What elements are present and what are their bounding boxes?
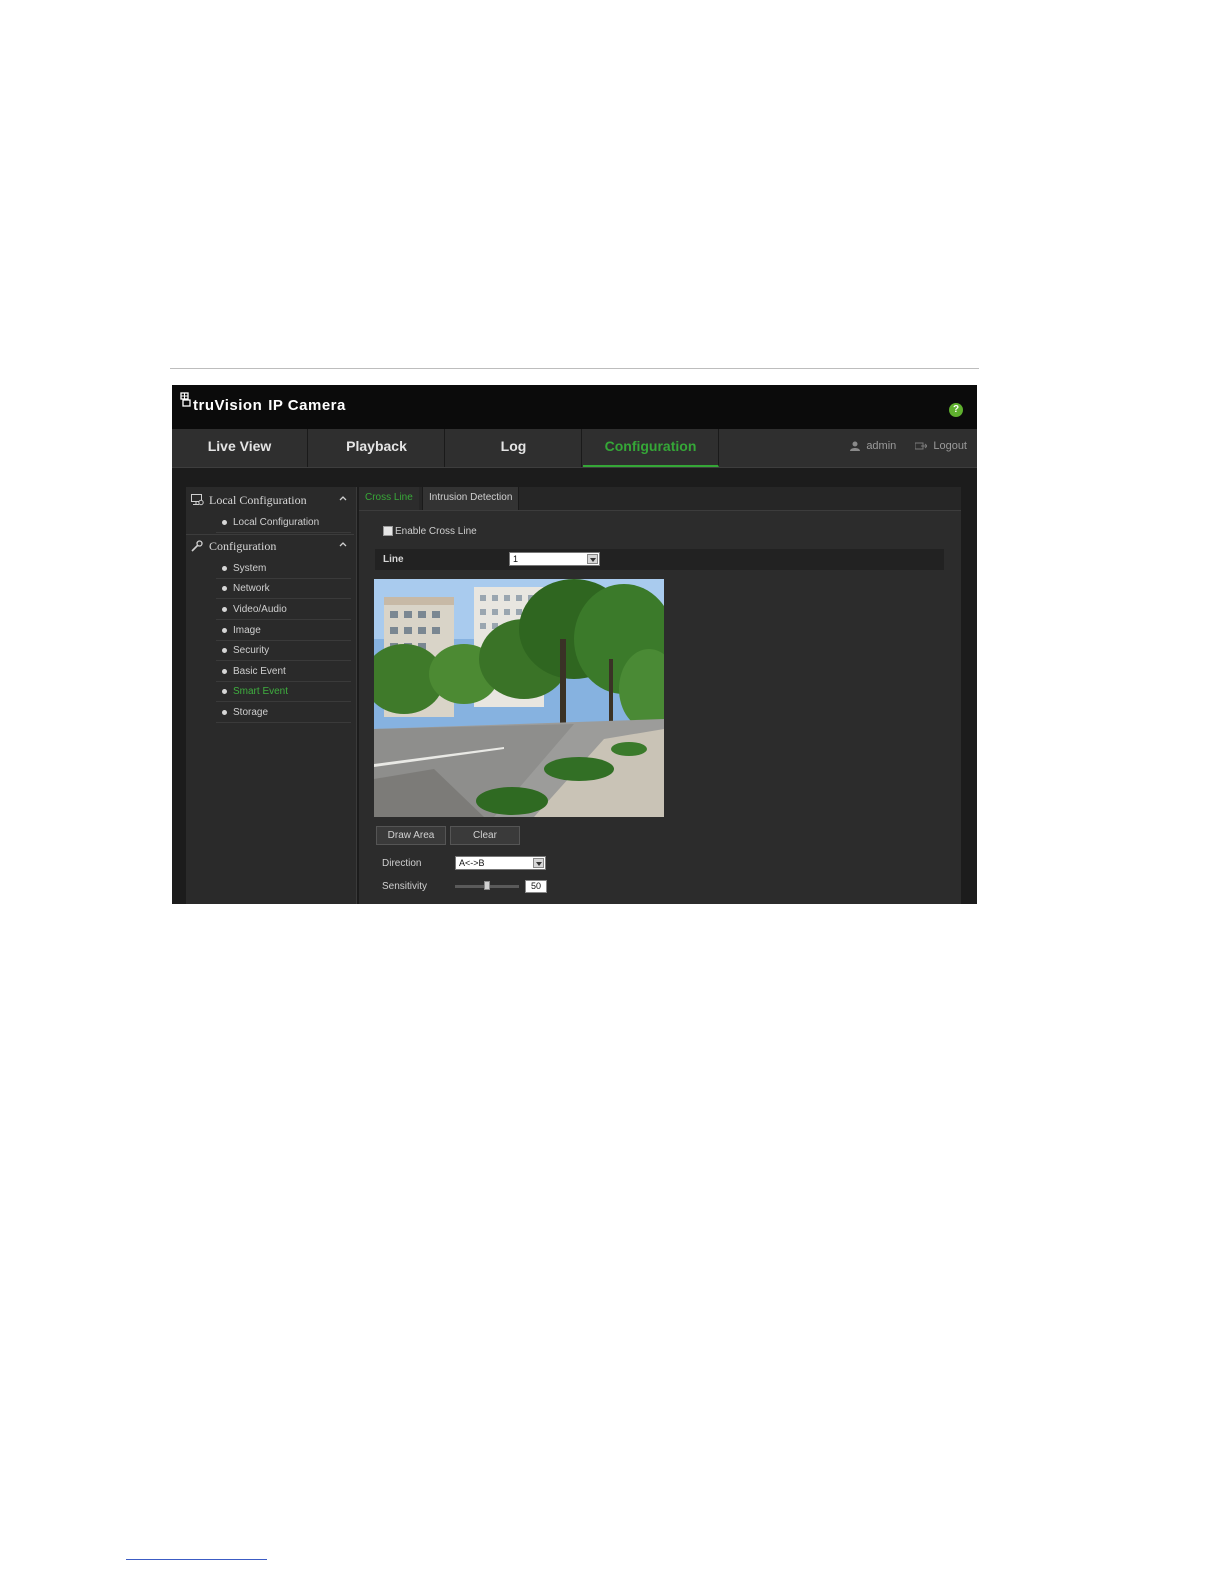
logout-icon[interactable] <box>915 442 928 450</box>
sidebar-local-config-header[interactable]: Local Configuration <box>186 489 356 511</box>
bullet-icon <box>222 710 227 715</box>
help-icon[interactable]: ? <box>949 403 963 417</box>
sidebar-item-security[interactable]: Security <box>216 641 351 661</box>
bullet-icon <box>222 586 227 591</box>
sidebar-item-label: Image <box>233 625 261 636</box>
enable-cross-line-row: Enable Cross Line <box>383 525 477 539</box>
bullet-icon <box>222 607 227 612</box>
draw-area-button[interactable]: Draw Area <box>376 826 446 845</box>
sidebar-item-smart-event[interactable]: Smart Event <box>216 682 351 702</box>
sidebar-local-config-label: Local Configuration <box>209 493 307 507</box>
sidebar-item-label: Video/Audio <box>233 604 287 615</box>
sidebar-item-storage[interactable]: Storage <box>216 703 351 723</box>
monitor-gear-icon <box>191 494 204 506</box>
smart-event-panel: Cross Line Intrusion Detection Enable Cr… <box>359 487 961 904</box>
username[interactable]: admin <box>866 440 896 452</box>
chevron-up-icon[interactable] <box>338 494 348 504</box>
bullet-icon <box>222 566 227 571</box>
tab-log[interactable]: Log <box>446 429 582 467</box>
main-nav: Live View Playback Log Configuration adm… <box>172 429 977 468</box>
tab-configuration[interactable]: Configuration <box>583 429 719 467</box>
direction-select-value: A<->B <box>459 858 485 868</box>
sidebar-item-label: Basic Event <box>233 666 286 677</box>
chevron-up-icon[interactable] <box>338 540 348 550</box>
sidebar-item-image[interactable]: Image <box>216 621 351 641</box>
sidebar-item-label: Smart Event <box>233 686 289 697</box>
brand-product: IP Camera <box>268 397 346 414</box>
bullet-icon <box>222 520 227 525</box>
camera-logo-icon <box>180 392 191 407</box>
sensitivity-value-box[interactable]: 50 <box>525 880 547 893</box>
user-icon <box>850 441 861 452</box>
sidebar-item-basic-event[interactable]: Basic Event <box>216 662 351 682</box>
brand-name: truVision <box>193 397 263 414</box>
direction-select[interactable]: A<->B <box>455 856 546 870</box>
camera-preview-image[interactable] <box>374 579 664 817</box>
line-select[interactable]: 1 <box>509 552 600 566</box>
bullet-icon <box>222 669 227 674</box>
sidebar-item-system[interactable]: System <box>216 559 351 579</box>
sidebar-item-label: Local Configuration <box>233 517 320 528</box>
line-row: Line 1 <box>375 549 944 570</box>
brand-title: truVision IP Camera <box>193 397 346 414</box>
bullet-icon <box>222 648 227 653</box>
sidebar-item-local-configuration[interactable]: Local Configuration <box>216 513 351 533</box>
line-label: Line <box>383 554 404 565</box>
tab-intrusion-detection[interactable]: Intrusion Detection <box>422 487 520 510</box>
sensitivity-slider-handle[interactable] <box>484 881 490 890</box>
smart-event-tabs: Cross Line Intrusion Detection <box>359 487 961 511</box>
top-bar: truVision IP Camera ? <box>172 385 977 429</box>
sensitivity-label: Sensitivity <box>382 881 428 892</box>
camera-web-ui: truVision IP Camera ? Live View Playback … <box>172 385 977 904</box>
sidebar-item-label: Storage <box>233 707 269 718</box>
enable-cross-line-checkbox[interactable] <box>383 526 393 537</box>
sidebar-item-label: System <box>233 563 267 574</box>
direction-label: Direction <box>382 858 422 869</box>
bullet-icon <box>222 689 227 694</box>
user-area: admin Logout <box>850 429 967 467</box>
clear-button[interactable]: Clear <box>450 826 520 845</box>
page-divider-top <box>170 368 979 369</box>
logout-link[interactable]: Logout <box>933 440 967 452</box>
tab-live-view[interactable]: Live View <box>172 429 308 467</box>
sidebar-item-video-audio[interactable]: Video/Audio <box>216 600 351 620</box>
config-sidebar: Local Configuration Local Configuration … <box>186 487 357 904</box>
line-select-value: 1 <box>513 554 519 564</box>
wrench-icon <box>191 540 203 552</box>
sidebar-item-label: Security <box>233 645 270 656</box>
footnote-rule <box>126 1559 267 1560</box>
dropdown-arrow-icon[interactable] <box>533 858 544 868</box>
sidebar-configuration-label: Configuration <box>209 539 277 553</box>
tab-playback[interactable]: Playback <box>309 429 445 467</box>
sidebar-configuration-header[interactable]: Configuration <box>186 535 356 557</box>
dropdown-arrow-icon[interactable] <box>587 554 598 564</box>
sidebar-item-label: Network <box>233 583 270 594</box>
bullet-icon <box>222 628 227 633</box>
tab-cross-line[interactable]: Cross Line <box>359 487 419 510</box>
sidebar-item-network[interactable]: Network <box>216 579 351 599</box>
enable-cross-line-label: Enable Cross Line <box>395 526 477 537</box>
